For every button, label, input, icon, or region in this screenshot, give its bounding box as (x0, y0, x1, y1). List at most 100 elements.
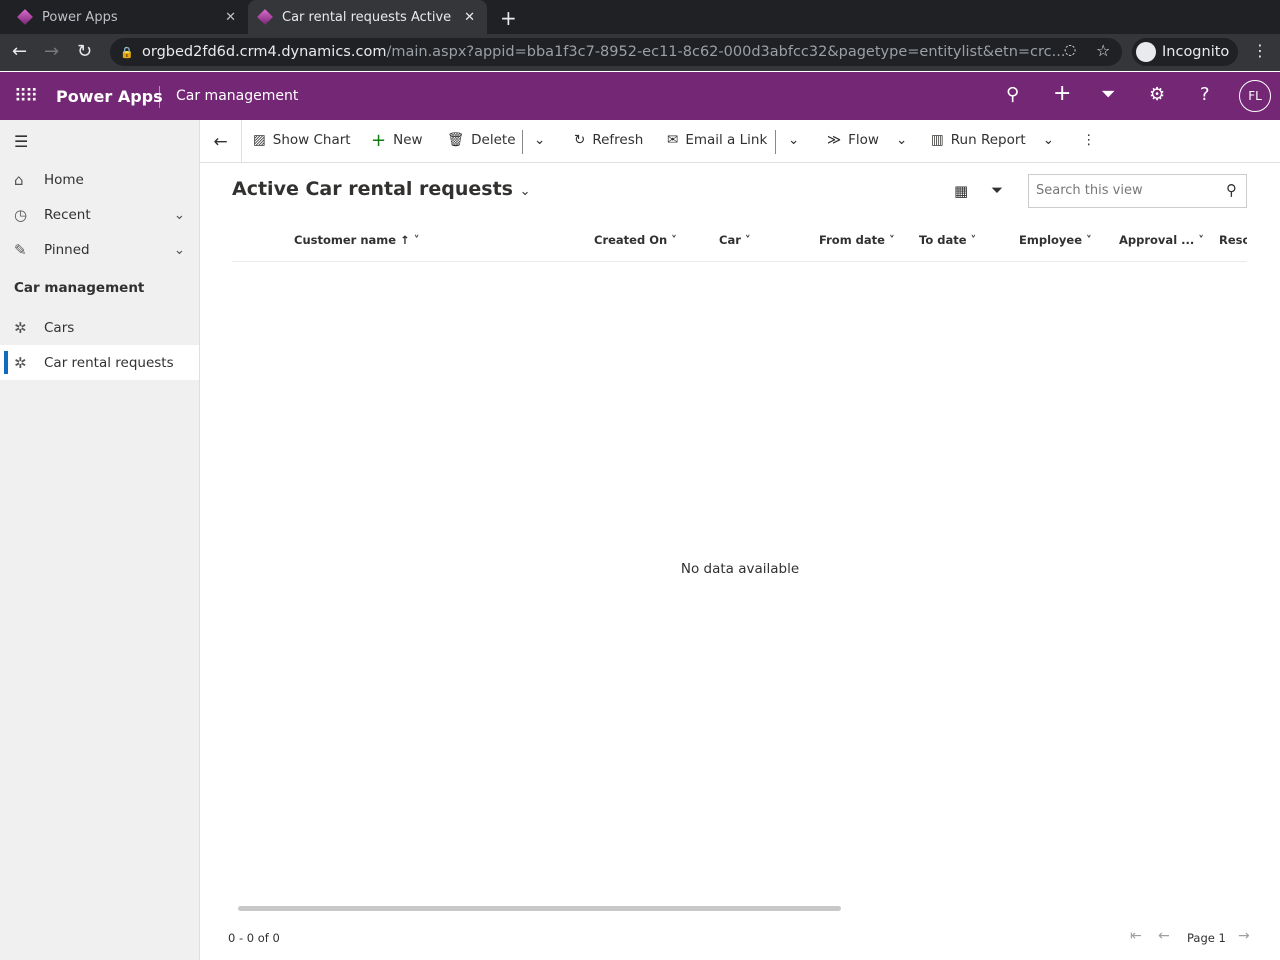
sidebar-item-recent[interactable]: ◷ Recent ⌄ (0, 197, 199, 232)
forward-icon[interactable]: → (44, 41, 59, 62)
browser-tab-bar: Power Apps ✕ Car rental requests Active ✕ … (0, 0, 1280, 34)
lock-icon: 🔒 (120, 45, 134, 59)
incognito-badge[interactable]: Incognito (1132, 38, 1238, 66)
puzzle-icon: ✲ (14, 353, 27, 372)
label: Email a Link (685, 132, 768, 148)
chevron-down-icon: ⌄ (895, 132, 908, 148)
page-title: Active Car rental requests (232, 178, 513, 200)
app-area-name[interactable]: Car management (176, 88, 298, 104)
column-header-approval[interactable]: Approval ... ˅ (1119, 233, 1204, 247)
close-icon[interactable]: ✕ (225, 10, 236, 25)
column-header-employee[interactable]: Employee ˅ (1019, 233, 1092, 247)
more-commands-icon[interactable]: ⋮ (1082, 132, 1096, 148)
new-button[interactable]: + New (371, 129, 423, 151)
chart-icon: ▨ (253, 132, 266, 148)
sidebar: ☰ ⌂ Home ◷ Recent ⌄ ✎ Pinned ⌄ Car management… (0, 120, 200, 960)
app-title[interactable]: Power Apps (56, 87, 163, 106)
label: Created On (594, 233, 668, 247)
sidebar-item-label: Home (44, 171, 84, 188)
first-page-icon[interactable]: ⇤ (1130, 928, 1142, 944)
refresh-button[interactable]: ↻ Refresh (574, 132, 643, 148)
search-icon[interactable]: ⚲ (1226, 181, 1237, 199)
flow-icon: ≫ (827, 132, 842, 148)
app-launcher-icon[interactable]: ⠿⠿ (14, 86, 38, 107)
pin-icon: ✎ (14, 240, 27, 259)
record-count: 0 - 0 of 0 (228, 931, 280, 945)
sort-ascending-icon: ↑ (400, 233, 410, 247)
star-icon[interactable]: ☆ (1096, 41, 1110, 60)
previous-page-icon[interactable]: ← (1158, 928, 1170, 944)
chevron-down-icon: ⌄ (519, 184, 531, 199)
powerapps-icon (17, 9, 33, 25)
label: To date (919, 233, 967, 247)
label: New (393, 132, 423, 148)
page-number: Page 1 (1187, 931, 1226, 945)
eye-off-icon[interactable]: ◌ (1064, 42, 1076, 58)
chevron-down-icon: ⌄ (1042, 132, 1055, 148)
more-email-chevron[interactable]: ⌄ (788, 132, 799, 148)
label: Resol (1219, 233, 1247, 247)
flow-button[interactable]: ≫ Flow ⌄ (827, 132, 907, 148)
view-selector[interactable]: Active Car rental requests ⌄ (232, 178, 531, 200)
label: Show Chart (272, 132, 351, 148)
back-button[interactable]: ← (200, 120, 242, 163)
browser-tab[interactable]: Power Apps ✕ (8, 0, 248, 34)
chevron-down-icon[interactable]: ⌄ (174, 242, 185, 258)
plus-icon[interactable]: + (1053, 81, 1071, 106)
new-tab-button[interactable]: + (500, 6, 517, 30)
browser-tab-active[interactable]: Car rental requests Active ✕ (248, 0, 487, 34)
column-header-customer-name[interactable]: Customer name ↑ ˅ (294, 233, 419, 247)
url-input[interactable]: 🔒 orgbed2fd6d.crm4.dynamics.com/main.aspx… (110, 38, 1122, 66)
column-header-car[interactable]: Car ˅ (719, 233, 751, 247)
avatar[interactable]: FL (1239, 80, 1271, 112)
sidebar-item-home[interactable]: ⌂ Home (0, 162, 199, 197)
clock-icon: ◷ (14, 205, 28, 224)
more-delete-chevron[interactable]: ⌄ (534, 132, 545, 148)
tab-title: Power Apps (42, 9, 118, 25)
column-header-created-on[interactable]: Created On ˅ (594, 233, 677, 247)
reload-icon[interactable]: ↻ (77, 41, 92, 62)
column-header-to-date[interactable]: To date ˅ (919, 233, 976, 247)
label: Car (719, 233, 741, 247)
delete-button[interactable]: 🗑 Delete (447, 132, 516, 148)
label: Delete (471, 132, 516, 148)
column-header-resolution[interactable]: Resol (1219, 233, 1247, 247)
label: Employee (1019, 233, 1083, 247)
chevron-down-icon[interactable]: ⌄ (174, 207, 185, 223)
sidebar-item-label: Recent (44, 206, 91, 223)
search-input[interactable]: Search this view ⚲ (1028, 174, 1247, 208)
plus-icon: + (371, 129, 387, 151)
divider (522, 130, 523, 154)
empty-state-message: No data available (680, 561, 800, 577)
divider (775, 130, 776, 154)
powerapps-icon (257, 9, 273, 25)
url-host: orgbed2fd6d.crm4.dynamics.com (142, 44, 387, 60)
label: Run Report (950, 132, 1026, 148)
gear-icon[interactable]: ⚙ (1149, 84, 1165, 105)
home-icon: ⌂ (14, 170, 24, 189)
back-icon[interactable]: ← (12, 41, 27, 62)
edit-columns-icon[interactable]: ▦ (954, 182, 968, 200)
help-icon[interactable]: ? (1200, 84, 1210, 105)
sidebar-item-pinned[interactable]: ✎ Pinned ⌄ (0, 232, 199, 267)
app-header: ⠿⠿ Power Apps Car management ⚲ + ⏷ ⚙ ? (0, 72, 1280, 120)
horizontal-scrollbar[interactable] (238, 906, 841, 911)
sidebar-item-cars[interactable]: ✲ Cars (0, 310, 199, 345)
trash-icon: 🗑 (447, 132, 465, 148)
report-icon: ▥ (931, 132, 944, 148)
show-chart-button[interactable]: ▨ Show Chart (253, 132, 351, 148)
run-report-button[interactable]: ▥ Run Report ⌄ (931, 132, 1054, 148)
close-icon[interactable]: ✕ (464, 10, 475, 25)
sidebar-item-car-rental-requests[interactable]: ✲ Car rental requests (0, 345, 199, 380)
url-path: /main.aspx?appid=bba1f3c7-8952-ec11-8c62… (386, 44, 1066, 60)
hamburger-icon[interactable]: ☰ (14, 132, 28, 151)
refresh-icon: ↻ (574, 132, 586, 148)
filter-icon[interactable]: ⏷ (1101, 84, 1115, 105)
menu-icon[interactable]: ⋮ (1252, 41, 1268, 60)
email-link-button[interactable]: ✉ Email a Link (667, 132, 767, 148)
filter-icon[interactable]: ⏷ (991, 181, 1003, 199)
column-header-from-date[interactable]: From date ˅ (819, 233, 895, 247)
search-icon[interactable]: ⚲ (1006, 84, 1019, 105)
sidebar-item-label: Car rental requests (44, 354, 174, 371)
next-page-icon[interactable]: → (1238, 928, 1250, 944)
